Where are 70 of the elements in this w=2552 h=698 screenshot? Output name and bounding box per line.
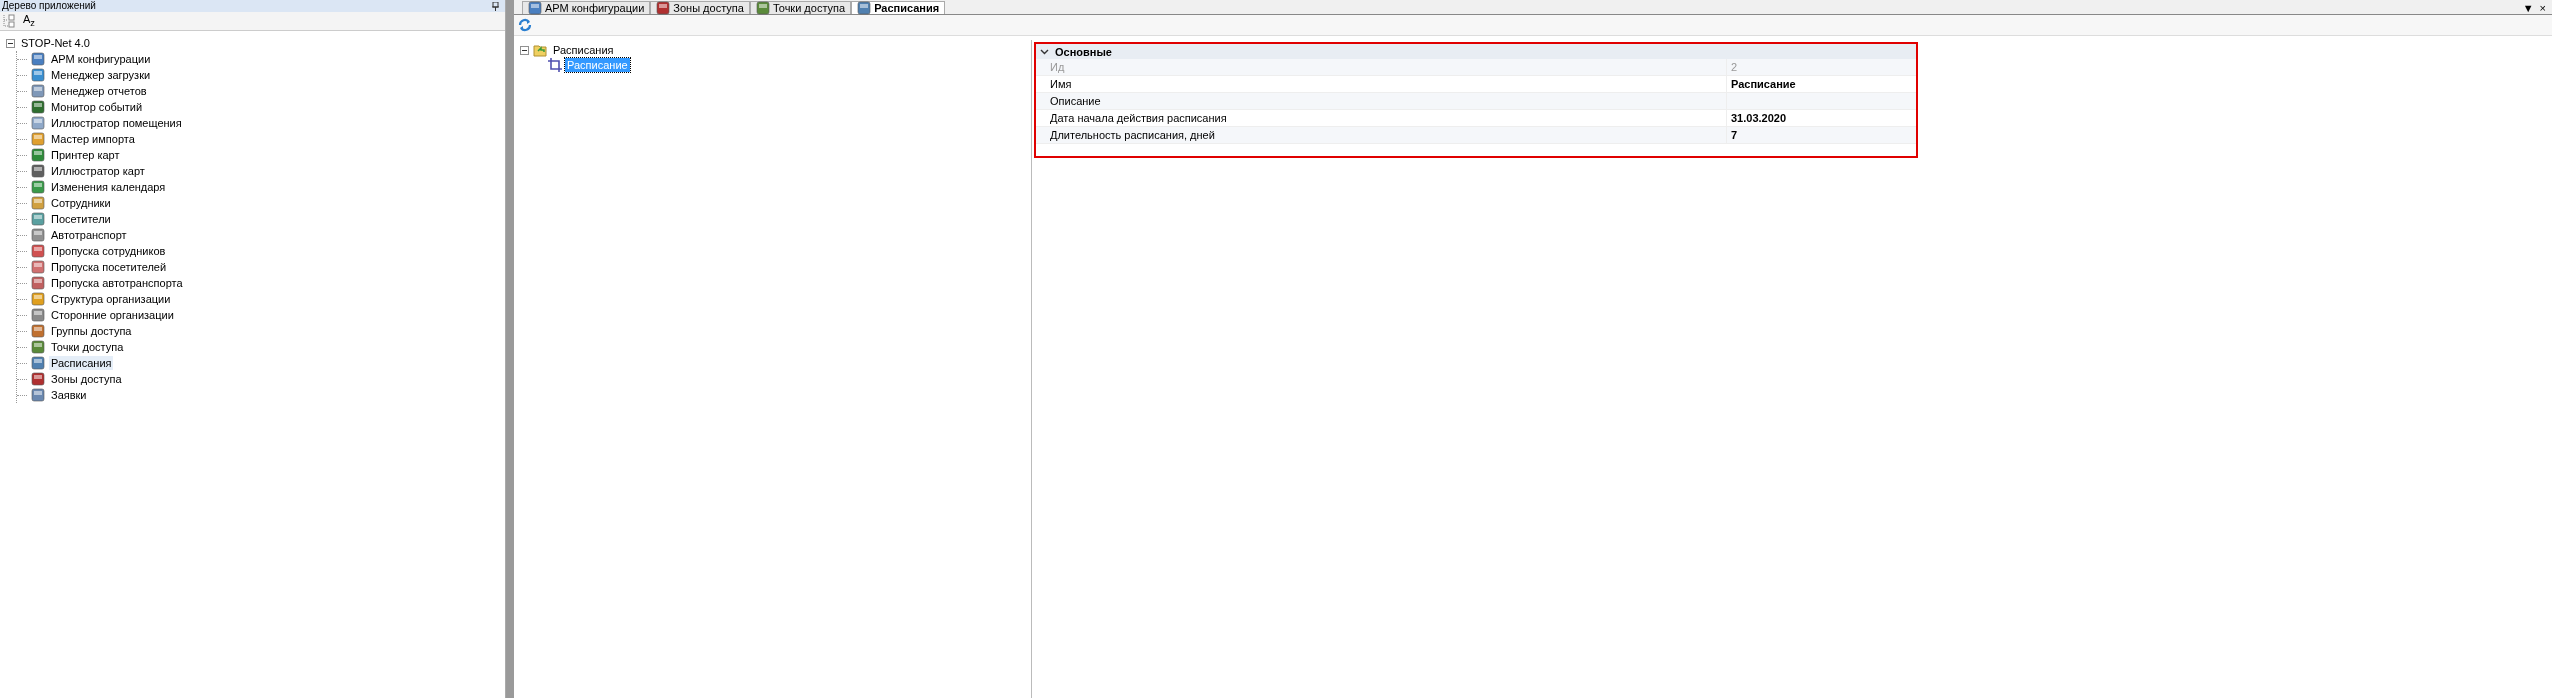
app-icon [31, 340, 45, 354]
collapse-toggle-icon[interactable] [6, 38, 15, 48]
tree-item[interactable]: Изменения календаря [49, 180, 168, 194]
category-label: Основные [1055, 45, 1112, 58]
tree-item[interactable]: Иллюстратор карт [49, 164, 147, 178]
app-icon [31, 292, 45, 306]
tab[interactable]: Расписания [851, 1, 946, 14]
tree-item[interactable]: Пропуска посетителей [49, 260, 169, 274]
app-icon [31, 100, 45, 114]
tree-item[interactable]: Расписания [551, 43, 616, 57]
tree-item[interactable]: Принтер карт [49, 148, 122, 162]
app-icon [31, 276, 45, 290]
app-icon [31, 116, 45, 130]
tree-item[interactable]: Менеджер отчетов [49, 84, 149, 98]
close-button[interactable]: × [2539, 2, 2546, 14]
app-icon [31, 84, 45, 98]
tab[interactable]: Точки доступа [749, 1, 852, 14]
app-icon [31, 324, 45, 338]
dropdown-button[interactable]: ▼ [2522, 2, 2534, 14]
tree-item[interactable]: Монитор событий [49, 100, 145, 114]
property-name: Имя [1049, 78, 1073, 90]
pin-icon[interactable] [492, 1, 499, 11]
collapse-chevron-icon[interactable] [1040, 48, 1049, 55]
tree-item[interactable]: Пропуска автотранспорта [49, 276, 185, 290]
tree-item[interactable]: Точки доступа [49, 340, 126, 354]
property-value[interactable]: 7 [1731, 129, 1738, 141]
app-icon [31, 308, 45, 322]
folder-icon [533, 43, 547, 57]
crop-icon [548, 58, 562, 72]
app-icon [31, 388, 45, 402]
tree-item[interactable]: Автотранспорт [49, 228, 129, 242]
app-icon [31, 132, 45, 146]
tree-item[interactable]: Иллюстратор помещения [49, 116, 184, 130]
app-icon [31, 212, 45, 226]
property-name: Дата начала действия расписания [1049, 112, 1228, 124]
app-icon [31, 52, 45, 66]
app-icon [31, 196, 45, 210]
tree-item[interactable]: Пропуска сотрудников [49, 244, 168, 258]
tree-item[interactable]: Заявки [49, 388, 89, 402]
app-icon [31, 228, 45, 242]
tree-item[interactable]: Сторонние организации [49, 308, 176, 322]
tab[interactable]: АРМ конфигурации [522, 1, 651, 14]
tree-item[interactable]: Структура организации [49, 292, 173, 306]
app-icon [31, 244, 45, 258]
sort-button[interactable]: A$_{z}$ [23, 12, 35, 30]
tree-item[interactable]: Менеджер загрузки [49, 68, 153, 82]
tree-item[interactable]: Зоны доступа [49, 372, 124, 386]
property-value[interactable]: Расписание [1731, 78, 1796, 90]
app-icon [31, 356, 45, 370]
collapse-toggle-icon[interactable] [520, 45, 529, 55]
tab[interactable]: Зоны доступа [650, 1, 750, 14]
tree-item[interactable]: АРМ конфигурации [49, 52, 153, 66]
tree-item[interactable]: Мастер импорта [49, 132, 137, 146]
property-name: Описание [1049, 95, 1102, 107]
app-icon [31, 180, 45, 194]
app-icon [31, 68, 45, 82]
app-icon [31, 372, 45, 386]
property-name: Длительность расписания, дней [1049, 129, 1216, 141]
app-icon [31, 164, 45, 178]
refresh-icon[interactable] [518, 18, 532, 32]
tree-item[interactable]: Расписания [49, 356, 114, 370]
property-value[interactable]: 31.03.2020 [1731, 112, 1787, 124]
tree-item[interactable]: Сотрудники [49, 196, 113, 210]
app-icon [31, 260, 45, 274]
app-icon [31, 148, 45, 162]
tree-item[interactable]: Посетители [49, 212, 113, 226]
property-name: Ид [1049, 61, 1066, 73]
panel-title: Дерево приложений [2, 0, 96, 12]
tree-item[interactable]: STOP-Net 4.0 [19, 36, 92, 50]
tree-item[interactable]: Группы доступа [49, 324, 134, 338]
